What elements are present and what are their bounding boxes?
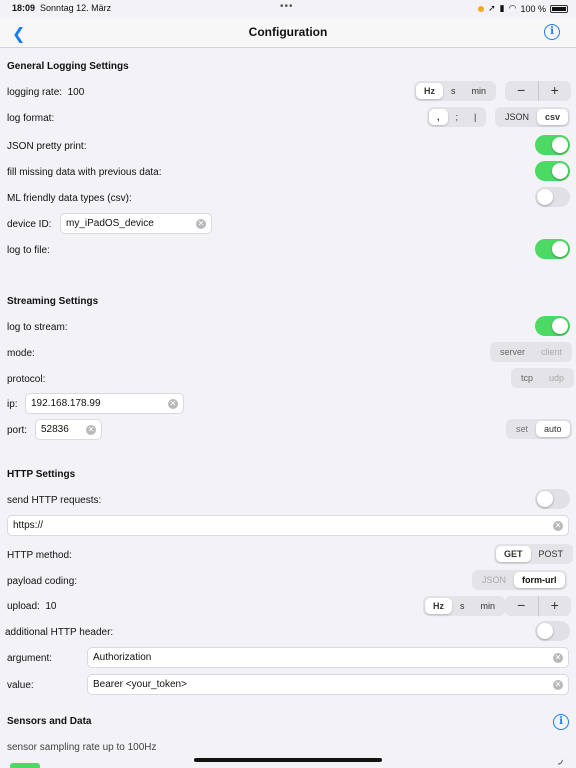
unit-min[interactable]: min	[473, 598, 504, 614]
page-title: Configuration	[248, 25, 328, 39]
mode-segmented[interactable]: server client	[490, 342, 573, 362]
section-general-title: General Logging Settings	[7, 61, 129, 72]
clear-circle-icon[interactable]: ✕	[168, 398, 178, 409]
coding-form-url[interactable]: form-url	[514, 572, 565, 588]
additional-header-label: additional HTTP header:	[5, 627, 114, 638]
method-get[interactable]: GET	[496, 546, 531, 562]
ml-friendly-toggle[interactable]	[535, 187, 570, 207]
port-field[interactable]: 52836 ✕	[35, 419, 102, 440]
protocol-label: protocol:	[7, 374, 46, 385]
status-bar: 18:09 Sonntag 12. März ••• ➚ ▮ ◠ 100 %	[0, 0, 576, 16]
device-id-label: device ID:	[7, 219, 52, 230]
http-method-label: HTTP method:	[7, 550, 72, 561]
coding-json[interactable]: JSON	[474, 572, 514, 588]
separator-semicolon[interactable]: ;	[448, 109, 467, 125]
separator-segmented[interactable]: , ; |	[427, 107, 487, 127]
json-pretty-toggle[interactable]	[535, 135, 570, 155]
upload-stepper[interactable]: − +	[505, 596, 571, 616]
device-id-field[interactable]: my_iPadOS_device ✕	[60, 213, 212, 234]
payload-coding-label: payload coding:	[7, 576, 78, 587]
format-segmented[interactable]: JSON csv	[495, 107, 571, 127]
protocol-tcp[interactable]: tcp	[513, 370, 541, 386]
navigation-bar: ❮ Configuration i	[0, 18, 576, 48]
unit-s[interactable]: s	[443, 83, 464, 99]
value-label: value:	[7, 680, 34, 691]
ip-field[interactable]: 192.168.178.99 ✕	[25, 393, 184, 414]
multitasking-dots-icon[interactable]: •••	[280, 1, 294, 12]
log-to-file-toggle[interactable]	[535, 239, 570, 259]
recording-indicator-icon	[478, 5, 485, 12]
mode-label: mode:	[7, 348, 35, 359]
clear-circle-icon[interactable]: ✕	[196, 218, 206, 229]
logging-rate-value: 100	[67, 87, 85, 98]
log-to-stream-label: log to stream:	[7, 322, 68, 333]
logging-rate-stepper[interactable]: − +	[505, 81, 571, 101]
send-http-label: send HTTP requests:	[7, 495, 102, 506]
port-label: port:	[7, 425, 28, 436]
info-circle-icon[interactable]: i	[553, 714, 569, 730]
url-field[interactable]: https:// ✕	[7, 515, 569, 536]
section-sensors-title: Sensors and Data	[7, 716, 92, 727]
payload-coding-segmented[interactable]: JSON form-url	[472, 570, 567, 590]
section-streaming-title: Streaming Settings	[7, 296, 99, 307]
unit-hz[interactable]: Hz	[416, 83, 443, 99]
protocol-segmented[interactable]: tcp udp	[511, 368, 575, 388]
status-time: 18:09 Sonntag 12. März	[12, 3, 112, 13]
argument-label: argument:	[7, 653, 53, 664]
mode-client[interactable]: client	[533, 344, 570, 360]
format-csv[interactable]: csv	[537, 109, 569, 125]
log-to-file-label: log to file:	[7, 245, 50, 256]
value-field[interactable]: Bearer <your_token> ✕	[87, 674, 569, 695]
home-indicator	[194, 758, 382, 762]
format-json[interactable]: JSON	[497, 109, 537, 125]
info-circle-icon[interactable]: i	[544, 24, 560, 40]
port-auto[interactable]: auto	[536, 421, 570, 437]
sampling-rate-text: sensor sampling rate up to 100Hz	[7, 742, 157, 753]
ip-label: ip:	[7, 399, 18, 410]
fill-missing-label: fill missing data with previous data:	[7, 167, 162, 178]
clear-circle-icon[interactable]: ✕	[553, 520, 563, 531]
minus-icon[interactable]: −	[505, 81, 539, 101]
section-http-title: HTTP Settings	[7, 469, 76, 480]
upload-value: 10	[45, 601, 57, 612]
signal-icon: ▮	[499, 3, 505, 13]
upload-label: upload: 10	[7, 601, 57, 612]
ml-friendly-label: ML friendly data types (csv):	[7, 193, 132, 204]
battery-icon	[550, 4, 568, 13]
unit-hz[interactable]: Hz	[425, 598, 452, 614]
unit-s[interactable]: s	[452, 598, 473, 614]
protocol-udp[interactable]: udp	[541, 370, 572, 386]
wifi-icon: ◠	[508, 3, 517, 13]
mode-server[interactable]: server	[492, 344, 533, 360]
minus-icon[interactable]: −	[505, 596, 539, 616]
spinner-icon: ◞	[558, 752, 563, 766]
location-icon: ➚	[488, 3, 496, 13]
battery-percent: 100 %	[520, 3, 546, 14]
additional-header-toggle[interactable]	[535, 621, 570, 641]
logging-rate-unit-segmented[interactable]: Hz s min	[414, 81, 497, 101]
clear-circle-icon[interactable]: ✕	[553, 679, 563, 690]
port-action-segmented[interactable]: set auto	[506, 419, 572, 439]
separator-pipe[interactable]: |	[466, 109, 484, 125]
send-http-toggle[interactable]	[535, 489, 570, 509]
log-format-label: log format:	[7, 113, 55, 124]
plus-icon[interactable]: +	[539, 596, 572, 616]
method-post[interactable]: POST	[531, 546, 572, 562]
upload-unit-segmented[interactable]: Hz s min	[423, 596, 506, 616]
partial-toggle[interactable]	[10, 763, 40, 768]
unit-min[interactable]: min	[464, 83, 495, 99]
clear-circle-icon[interactable]: ✕	[553, 652, 563, 663]
status-right: ➚ ▮ ◠ 100 %	[478, 3, 568, 14]
port-set[interactable]: set	[508, 421, 536, 437]
logging-rate-label: logging rate: 100	[7, 87, 85, 98]
clear-circle-icon[interactable]: ✕	[86, 424, 96, 435]
argument-field[interactable]: Authorization ✕	[87, 647, 569, 668]
http-method-segmented[interactable]: GET POST	[494, 544, 574, 564]
json-pretty-label: JSON pretty print:	[7, 141, 87, 152]
fill-missing-toggle[interactable]	[535, 161, 570, 181]
log-to-stream-toggle[interactable]	[535, 316, 570, 336]
separator-comma[interactable]: ,	[429, 109, 448, 125]
plus-icon[interactable]: +	[539, 81, 572, 101]
